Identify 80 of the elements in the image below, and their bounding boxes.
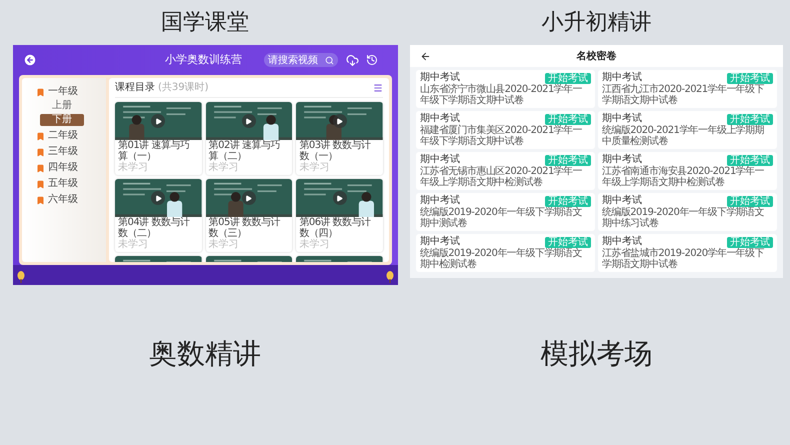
exam-title: 期中考试 xyxy=(420,195,460,206)
back-icon[interactable] xyxy=(23,53,37,67)
section-caption: 小升初精讲 xyxy=(540,9,652,37)
lesson-card[interactable]: 第05讲 数数与计数（三） 未学习 xyxy=(206,179,292,252)
exam-subtitle: 江苏省盐城市2019-2020学年一年级下学期语文期中试卷 xyxy=(602,248,766,270)
bookmark-icon xyxy=(36,88,45,96)
search-icon[interactable] xyxy=(325,56,334,64)
exam-title: 期中考试 xyxy=(420,72,460,84)
section-caption: 国学课堂 xyxy=(160,9,250,37)
lesson-title: 第02讲 速算与巧算（二） xyxy=(208,140,282,162)
exam-title: 期中考试 xyxy=(602,72,642,84)
grade-item[interactable]: 六年级 xyxy=(48,194,78,206)
exam-card[interactable]: 期中考试 开始考试 江苏省盐城市2019-2020学年一年级下学期语文期中试卷 xyxy=(598,234,777,272)
exam-card[interactable]: 期中考试 开始考试 统编版2019-2020年一年级下学期语文期中测试卷 xyxy=(416,193,595,231)
lesson-status: 未学习 xyxy=(118,162,149,173)
catalog-title: 课程目录 xyxy=(115,81,155,95)
exam-card[interactable]: 期中考试 开始考试 统编版2019-2020年一年级下学期语文期中检测试卷 xyxy=(416,234,595,272)
exam-title: 期中考试 xyxy=(602,113,642,124)
exam-title: 期中考试 xyxy=(420,113,460,124)
exam-title: 期中考试 xyxy=(602,236,642,248)
exam-subtitle: 江西省九江市2020-2021学年一年级下学期语文期中试卷 xyxy=(602,84,766,106)
play-icon[interactable] xyxy=(336,194,344,202)
exam-card[interactable]: 期中考试 开始考试 统编版2019-2020年一年级下学期语文期中练习试卷 xyxy=(598,193,777,231)
grade-item[interactable]: 二年级 xyxy=(48,130,78,142)
lesson-title: 第01讲 速算与巧算（一） xyxy=(118,140,190,162)
play-icon[interactable] xyxy=(154,194,162,202)
lesson-card[interactable]: 第02讲 速算与巧算（二） 未学习 xyxy=(206,102,292,175)
lesson-title: 第05讲 数数与计数（三） xyxy=(208,217,282,239)
exam-subtitle: 统编版2019-2020年一年级下学期语文期中测试卷 xyxy=(420,207,583,229)
lesson-card[interactable]: 第01讲 速算与巧算（一） 未学习 xyxy=(115,102,202,175)
exam-title: 期中考试 xyxy=(420,154,460,166)
exam-card[interactable]: 期中考试 开始考试 江西省九江市2020-2021学年一年级下学期语文期中试卷 xyxy=(598,70,777,108)
grade-item[interactable]: 四年级 xyxy=(48,162,78,174)
exam-subtitle: 山东省济宁市微山县2020-2021学年一年级下学期语文期中试卷 xyxy=(420,84,583,106)
history-icon[interactable] xyxy=(366,54,378,66)
play-icon[interactable] xyxy=(245,118,252,124)
exam-card[interactable]: 期中考试 开始考试 统编版2020-2021学年一年级上学期期中质量检测试卷 xyxy=(598,111,777,149)
exam-subtitle: 统编版2019-2020年一年级下学期语文期中检测试卷 xyxy=(420,248,583,270)
lesson-title: 第04讲 数数与计数（二） xyxy=(118,217,191,239)
exam-title: 期中考试 xyxy=(420,236,460,248)
lesson-status: 未学习 xyxy=(299,162,330,173)
exam-subtitle: 江苏省无锡市惠山区2020-2021学年一年级上学期语文期中检测试卷 xyxy=(420,166,583,188)
lesson-status: 未学习 xyxy=(208,162,240,173)
volume-item[interactable]: 下册 xyxy=(40,114,84,126)
page-title: 名校密卷 xyxy=(576,50,616,64)
grade-item[interactable]: 三年级 xyxy=(48,146,78,158)
exam-card[interactable]: 期中考试 开始考试 福建省厦门市集美区2020-2021学年一年级下学期语文期中试卷 xyxy=(416,111,595,149)
cloud-download-icon[interactable] xyxy=(346,54,359,66)
section-caption: 奥数精讲 xyxy=(148,336,262,372)
exam-title: 期中考试 xyxy=(602,195,642,206)
exam-subtitle: 统编版2020-2021学年一年级上学期期中质量检测试卷 xyxy=(602,125,765,147)
play-icon[interactable] xyxy=(336,118,344,124)
lesson-card[interactable]: 第03讲 数数与计数（一） 未学习 xyxy=(296,102,383,175)
volume-item[interactable]: 上册 xyxy=(40,100,84,112)
lesson-title: 第03讲 数数与计数（一） xyxy=(299,140,372,162)
exam-subtitle: 统编版2019-2020年一年级下学期语文期中练习试卷 xyxy=(602,207,765,229)
lesson-status: 未学习 xyxy=(299,239,330,250)
menu-icon[interactable] xyxy=(373,82,383,92)
play-icon[interactable] xyxy=(154,118,162,124)
exam-subtitle: 福建省厦门市集美区2020-2021学年一年级下学期语文期中试卷 xyxy=(420,125,583,147)
app-title: 小学奥数训练营 xyxy=(165,52,242,68)
grade-item[interactable]: 五年级 xyxy=(48,178,78,190)
lesson-status: 未学习 xyxy=(118,239,149,250)
grade-item[interactable]: 一年级 xyxy=(48,86,78,98)
lesson-card[interactable]: 第04讲 数数与计数（二） 未学习 xyxy=(115,179,202,252)
exam-card[interactable]: 期中考试 开始考试 江苏省无锡市惠山区2020-2021学年一年级上学期语文期中检测试卷 xyxy=(416,152,595,190)
play-icon[interactable] xyxy=(245,194,252,202)
lesson-title: 第06讲 数数与计数（四） xyxy=(299,217,372,239)
back-arrow-icon[interactable] xyxy=(420,50,431,62)
exam-subtitle: 江苏省南通市海安县2020-2021学年一年级上学期语文期中检测试卷 xyxy=(602,166,765,188)
lesson-card[interactable]: 第06讲 数数与计数（四） 未学习 xyxy=(296,179,383,252)
search-field[interactable]: 请搜索视频 xyxy=(264,53,338,67)
exam-card[interactable]: 期中考试 开始考试 江苏省南通市海安县2020-2021学年一年级上学期语文期中检测试卷 xyxy=(598,152,777,190)
tree-icon xyxy=(386,271,394,283)
lesson-count: (共39课时) xyxy=(158,80,209,95)
exam-card[interactable]: 期中考试 开始考试 山东省济宁市微山县2020-2021学年一年级下学期语文期中试卷 xyxy=(416,70,595,108)
lesson-status: 未学习 xyxy=(208,239,240,250)
section-caption: 模拟考场 xyxy=(540,336,654,372)
exam-title: 期中考试 xyxy=(602,154,642,166)
tree-icon xyxy=(17,271,25,283)
